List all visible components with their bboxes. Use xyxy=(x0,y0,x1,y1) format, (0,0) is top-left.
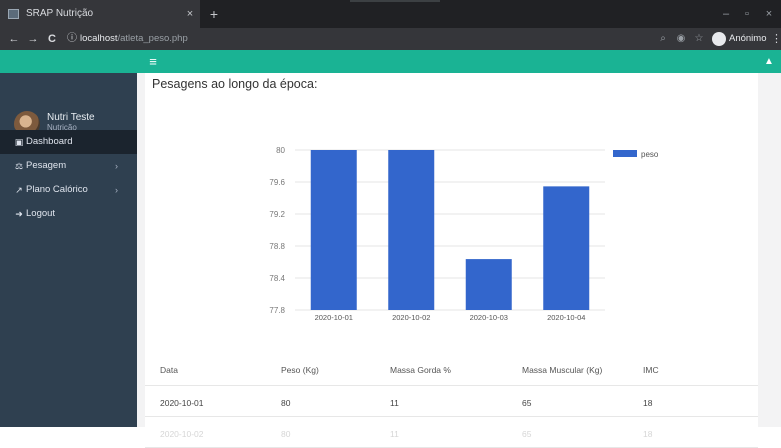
browser-tab-strip: SRAP Nutrição × + – ▫ × xyxy=(0,0,781,28)
table-cell: 2020-10-01 xyxy=(160,398,204,408)
browser-menu-icon[interactable]: ⋮ xyxy=(771,28,781,50)
table-cell: 65 xyxy=(522,429,532,439)
forward-icon[interactable]: → xyxy=(25,28,41,50)
column-header-imc: IMC xyxy=(643,365,659,375)
table-cell: 80 xyxy=(281,429,291,439)
url-path: /atleta_peso.php xyxy=(117,33,188,44)
bookmark-star-icon[interactable]: ☆ xyxy=(691,28,707,50)
app-topbar: ≡ ▲ xyxy=(0,50,781,73)
bar xyxy=(465,259,512,310)
site-info-icon[interactable]: ⓘ xyxy=(66,28,78,50)
table-row: 2020-10-02 80 11 65 18 xyxy=(145,418,758,448)
url-field[interactable]: localhost/atleta_peso.php xyxy=(80,28,188,50)
sidebar-item-label: Dashboard xyxy=(26,136,73,147)
url-host: localhost xyxy=(80,33,118,44)
new-tab-icon[interactable]: + xyxy=(205,0,223,28)
table-cell: 2020-10-02 xyxy=(160,429,204,439)
table-cell: 11 xyxy=(390,398,399,408)
tab-favicon-icon xyxy=(8,9,19,19)
column-header-peso: Peso (Kg) xyxy=(281,365,319,375)
chart-line-icon: ↗ xyxy=(15,185,23,195)
table-cell: 65 xyxy=(522,398,532,408)
dashboard-icon: ▣ xyxy=(14,137,24,147)
page-title: Pesagens ao longo da época: xyxy=(152,77,318,91)
scale-icon: ⚖ xyxy=(14,161,24,171)
browser-tab[interactable]: SRAP Nutrição × xyxy=(0,0,200,28)
legend-label: peso xyxy=(641,150,659,159)
column-header-massa-gorda: Massa Gorda % xyxy=(390,365,451,375)
x-tick-label: 2020-10-03 xyxy=(470,313,508,322)
zoom-icon[interactable]: ⌕ xyxy=(655,28,671,50)
profile-label[interactable]: Anónimo xyxy=(729,28,767,50)
y-tick-label: 80 xyxy=(276,146,285,155)
minimize-icon[interactable]: – xyxy=(717,0,735,28)
legend-swatch xyxy=(613,150,637,157)
table-row: 2020-10-01 80 11 65 18 xyxy=(145,387,758,417)
column-header-massa-muscular: Massa Muscular (Kg) xyxy=(522,365,603,375)
user-name: Nutri Teste xyxy=(47,112,95,123)
window-close-icon[interactable]: × xyxy=(760,0,778,28)
bar xyxy=(388,150,435,310)
back-icon[interactable]: ← xyxy=(6,28,22,50)
user-menu-icon[interactable]: ▲ xyxy=(763,50,775,73)
x-tick-label: 2020-10-01 xyxy=(315,313,353,322)
hamburger-menu-icon[interactable]: ≡ xyxy=(146,50,160,73)
column-header-data: Data xyxy=(160,365,178,375)
sidebar-item-plano-calorico[interactable]: ↗ Plano Calórico › xyxy=(0,178,137,202)
profile-avatar-icon[interactable] xyxy=(712,32,726,46)
chevron-right-icon: › xyxy=(115,185,118,195)
y-tick-label: 79.6 xyxy=(269,178,285,187)
chevron-right-icon: › xyxy=(115,161,118,171)
logout-icon: ➜ xyxy=(15,209,23,219)
x-tick-label: 2020-10-02 xyxy=(392,313,430,322)
tab-title: SRAP Nutrição xyxy=(26,8,94,19)
tab-close-icon[interactable]: × xyxy=(183,0,197,28)
sidebar-item-label: Plano Calórico xyxy=(26,184,88,195)
table-cell: 11 xyxy=(390,429,399,439)
sidebar-item-label: Pesagem xyxy=(26,160,67,171)
y-tick-label: 77.8 xyxy=(269,306,285,315)
table-cell: 18 xyxy=(643,429,653,439)
bar xyxy=(310,150,357,310)
incognito-eye-icon[interactable]: ◉ xyxy=(673,28,689,50)
table-header: Data Peso (Kg) Massa Gorda % Massa Muscu… xyxy=(145,352,758,386)
sidebar-item-label: Logout xyxy=(26,208,56,219)
address-bar: ← → C ⓘ localhost/atleta_peso.php ⌕ ◉ ☆ … xyxy=(0,28,781,50)
x-tick-label: 2020-10-04 xyxy=(547,313,585,322)
y-tick-label: 79.2 xyxy=(269,210,285,219)
maximize-icon[interactable]: ▫ xyxy=(738,0,756,28)
sidebar-item-pesagem[interactable]: ⚖ Pesagem › xyxy=(0,154,137,178)
bar xyxy=(543,186,590,310)
reload-icon[interactable]: C xyxy=(44,28,60,50)
table-cell: 18 xyxy=(643,398,653,408)
y-tick-label: 78.4 xyxy=(269,274,285,283)
sidebar-item-logout[interactable]: ➜ Logout xyxy=(0,202,137,226)
sidebar: Nutri Teste Nutrição ▣ Dashboard ⚖ Pesag… xyxy=(0,73,137,427)
sidebar-item-dashboard[interactable]: ▣ Dashboard xyxy=(0,130,137,154)
y-tick-label: 78.8 xyxy=(269,242,285,251)
table-cell: 80 xyxy=(281,398,291,408)
weight-bar-chart: 80 79.6 79.2 78.8 78.4 77.8 2020-10-01 2020-10-… xyxy=(269,146,659,322)
tabstrip-divider xyxy=(350,0,440,2)
